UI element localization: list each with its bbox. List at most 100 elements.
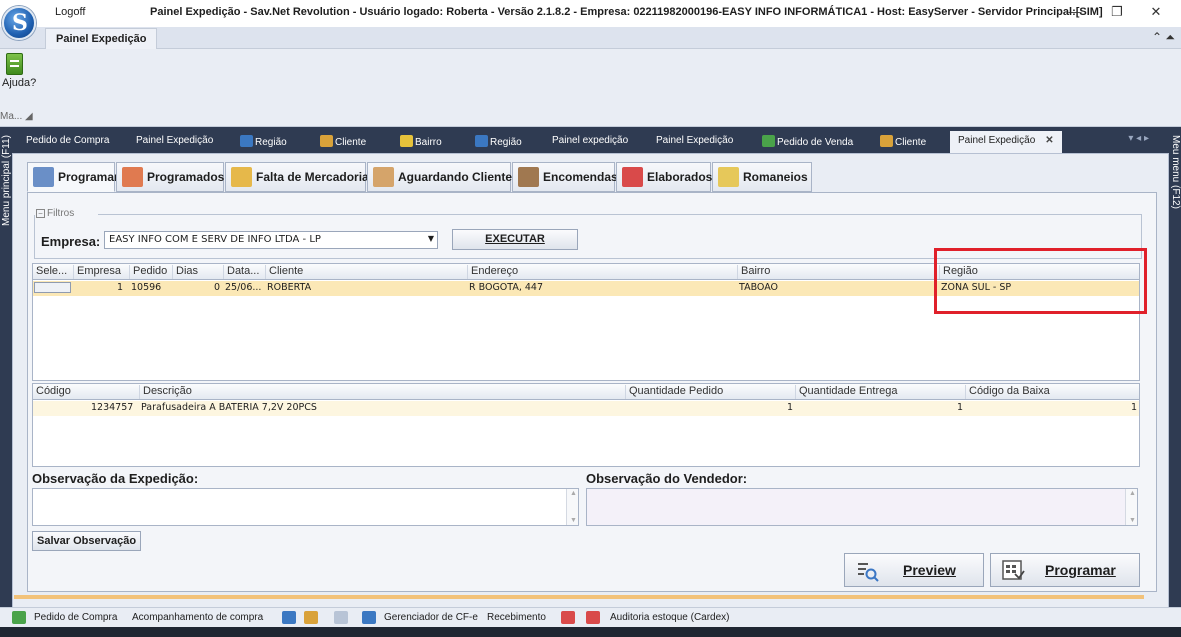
main-menu-strip[interactable]: Menu principal (F11) [0, 127, 12, 607]
title-bar: Logoff Painel Expedição - Sav.Net Revolu… [0, 0, 1181, 40]
col-qtd-entrega[interactable]: Quantidade Entrega [795, 385, 897, 399]
tab-encomendas[interactable]: Encomendas [512, 162, 618, 192]
cell-endereco: R BOGOTA, 447 [469, 282, 544, 293]
client-icon [880, 135, 893, 147]
main-menu-label: Menu principal (F11) [1, 135, 12, 226]
help-label: Ajuda? [2, 77, 37, 89]
program-icon [33, 167, 54, 187]
col-pedido[interactable]: Pedido [129, 265, 167, 279]
regiao-highlight-box [934, 248, 1147, 314]
grid-icon[interactable] [334, 611, 348, 624]
doc-tab-cliente-2[interactable]: Cliente [872, 131, 934, 153]
my-menu-strip[interactable]: Meu menu (F12) [1169, 127, 1181, 607]
programar-button[interactable]: Programar [990, 553, 1140, 587]
minimize-button[interactable]: — [1060, 2, 1090, 22]
doc-tab-bairro[interactable]: Bairro [392, 131, 450, 153]
ribbon-group-label: Ma... ◢ [0, 111, 33, 122]
status-bar: Pedido de Compra Acompanhamento de compr… [0, 607, 1181, 627]
cell-cliente: ROBERTA [267, 282, 312, 293]
box-icon [231, 167, 252, 187]
help-button[interactable]: Ajuda? [2, 53, 36, 89]
maximize-button[interactable]: ❐ [1102, 2, 1132, 22]
cfe-icon[interactable] [362, 611, 376, 624]
doc-tab-regiao[interactable]: Região [232, 131, 295, 153]
col-cliente[interactable]: Cliente [265, 265, 303, 279]
tab-programados[interactable]: Programados [116, 162, 224, 192]
table-row[interactable]: 1234757 Parafusadeira A BATERIA 7,2V 20P… [33, 401, 1139, 416]
order-icon [762, 135, 775, 147]
status-acompanhamento-compra[interactable]: Acompanhamento de compra [132, 612, 263, 623]
close-window-button[interactable]: ✕ [1141, 2, 1171, 22]
empresa-select[interactable]: EASY INFO COM E SERV DE INFO LTDA - LP ▼ [104, 231, 438, 249]
purchase-order-icon[interactable] [12, 611, 26, 624]
obs-expedicao-textarea[interactable] [32, 488, 579, 526]
doc-tab-pedido-compra[interactable]: Pedido de Compra [18, 131, 117, 153]
cell-codigo-baixa: 1 [1131, 402, 1138, 413]
col-codigo[interactable]: Código [33, 385, 71, 399]
obs-vendedor-textarea [586, 488, 1138, 526]
tag-icon [622, 167, 643, 187]
doc-tab-painel-expedicao-active[interactable]: Painel Expedição ✕ [950, 131, 1062, 153]
audit-icon[interactable] [586, 611, 600, 624]
help-book-icon [6, 53, 23, 75]
dropdown-arrow-icon[interactable]: ▼ [428, 234, 434, 243]
tab-navigation-icons[interactable]: ▾ ◂ ▸ [1128, 133, 1149, 144]
doc-tab-painel-expedicao-3[interactable]: Painel Expedição [648, 131, 741, 153]
status-auditoria-estoque[interactable]: Auditoria estoque (Cardex) [610, 612, 730, 623]
client-icon[interactable] [304, 611, 318, 624]
status-pedido-compra[interactable]: Pedido de Compra [34, 612, 117, 623]
col-codigo-baixa[interactable]: Código da Baixa [965, 385, 1050, 399]
obs-expedicao-label: Observação da Expedição: [32, 471, 199, 486]
col-dias[interactable]: Dias [172, 265, 198, 279]
region-icon [240, 135, 253, 147]
preview-button[interactable]: Preview [844, 553, 984, 587]
app-logo-icon[interactable] [2, 6, 36, 40]
tab-elaborados[interactable]: Elaborados [616, 162, 712, 192]
col-data[interactable]: Data... [223, 265, 259, 279]
collapse-toggle-icon[interactable]: − [36, 209, 45, 218]
status-gerenciador-cfe[interactable]: Gerenciador de CF-e [384, 612, 478, 623]
items-grid-header: Código Descrição Quantidade Pedido Quant… [33, 384, 1139, 400]
tab-falta-mercadoria[interactable]: Falta de Mercadoria [225, 162, 369, 192]
bairro-icon [400, 135, 413, 147]
doc-tab-regiao-2[interactable]: Região [467, 131, 530, 153]
cell-codigo: 1234757 [91, 402, 134, 413]
col-qtd-pedido[interactable]: Quantidade Pedido [625, 385, 723, 399]
cell-bairro: TABOAO [739, 282, 779, 293]
obs-vendedor-label: Observação do Vendedor: [586, 471, 748, 486]
tab-aguardando-cliente[interactable]: Aguardando Cliente [367, 162, 512, 192]
salvar-observacao-button[interactable]: Salvar Observação [32, 531, 142, 551]
person-icon [373, 167, 394, 187]
col-selecao[interactable]: Sele... [33, 265, 67, 279]
col-empresa[interactable]: Empresa [73, 265, 121, 279]
cell-qtd-pedido: 1 [787, 402, 794, 413]
cell-descricao: Parafusadeira A BATERIA 7,2V 20PCS [141, 402, 317, 413]
status-recebimento[interactable]: Recebimento [487, 612, 546, 623]
tools-icon[interactable] [561, 611, 575, 624]
doc-tab-painel-expedicao-2[interactable]: Painel expedição [544, 131, 636, 153]
logoff-link[interactable]: Logoff [55, 6, 85, 18]
tab-programar[interactable]: Programar [27, 162, 119, 192]
filtros-legend[interactable]: − Filtros [36, 208, 79, 219]
package-icon [518, 167, 539, 187]
doc-tab-cliente[interactable]: Cliente [312, 131, 374, 153]
close-tab-icon[interactable]: ✕ [1045, 135, 1053, 146]
document-icon [718, 167, 739, 187]
col-bairro[interactable]: Bairro [737, 265, 770, 279]
empresa-label: Empresa: [41, 234, 101, 249]
ribbon-tab-painel-expedicao[interactable]: Painel Expedição [45, 28, 158, 49]
col-endereco[interactable]: Endereço [467, 265, 518, 279]
obs-vendedor-scrollbar[interactable] [1125, 489, 1137, 525]
col-descricao[interactable]: Descrição [139, 385, 192, 399]
row-select-checkbox[interactable] [34, 282, 71, 293]
obs-expedicao-scrollbar[interactable] [566, 489, 578, 525]
tab-romaneios[interactable]: Romaneios [712, 162, 812, 192]
doc-tab-painel-expedicao[interactable]: Painel Expedição [128, 131, 221, 153]
ribbon-collapse-icon[interactable]: ⌃ ⏶ [1152, 30, 1175, 45]
region-icon[interactable] [282, 611, 296, 624]
cell-qtd-entrega: 1 [957, 402, 964, 413]
cell-empresa: 1 [117, 282, 124, 293]
executar-button[interactable]: EXECUTAR [452, 229, 578, 250]
programar-schedule-icon [1001, 558, 1025, 582]
doc-tab-pedido-venda[interactable]: Pedido de Venda [754, 131, 861, 153]
